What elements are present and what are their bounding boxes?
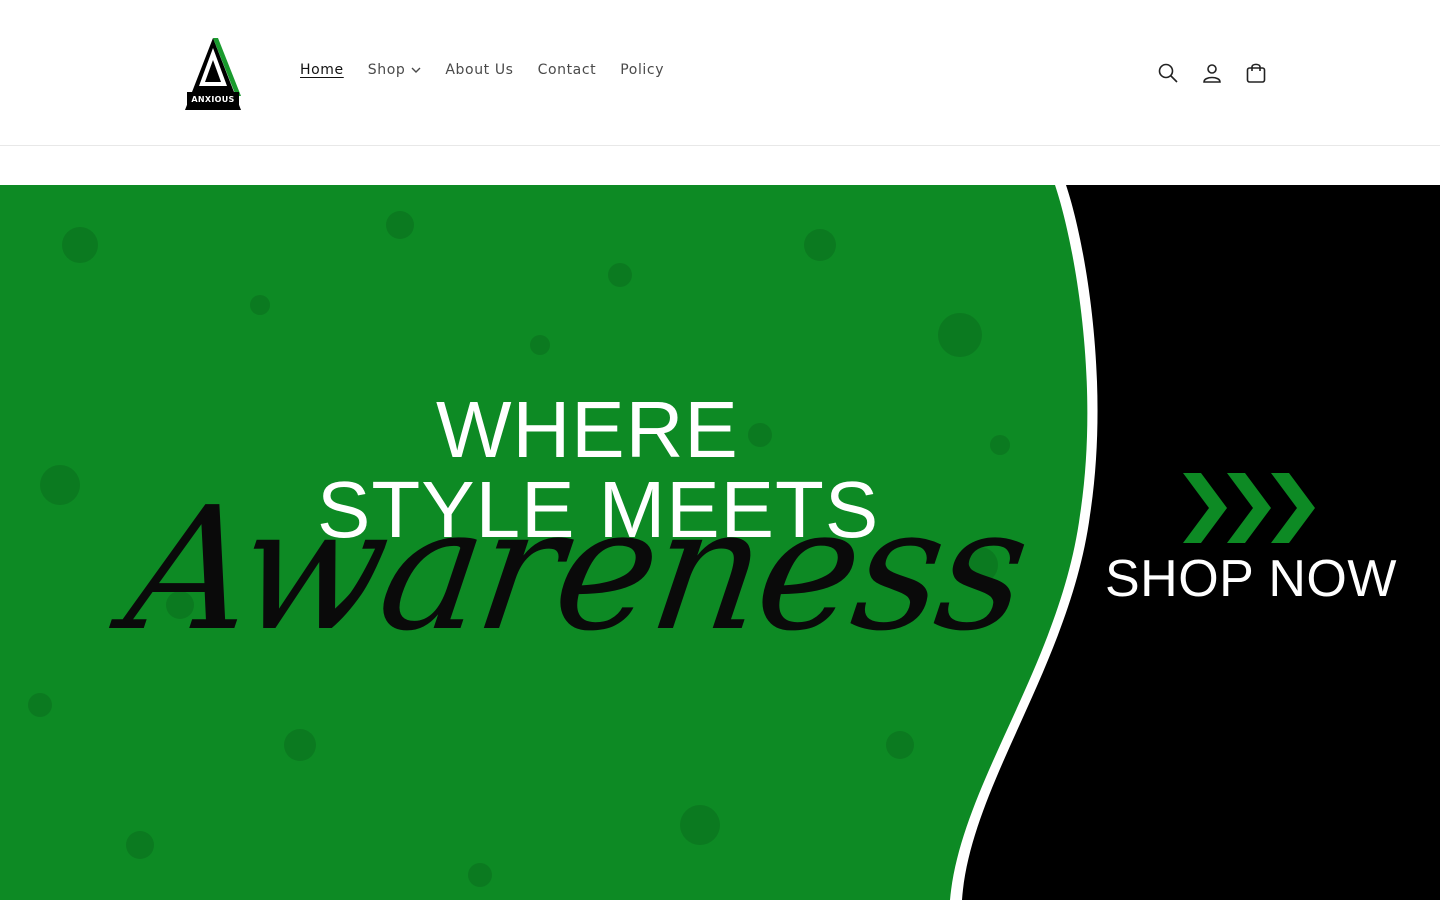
logo-wordmark: ANXIOUS	[191, 95, 235, 104]
site-header: ANXIOUS Home Shop About Us Contact Polic…	[0, 0, 1440, 146]
search-icon	[1158, 63, 1178, 83]
nav-contact[interactable]: Contact	[526, 60, 609, 80]
nav-contact-label: Contact	[537, 62, 597, 78]
nav-policy-label: Policy	[620, 62, 665, 78]
nav-shop-label: Shop	[367, 62, 406, 78]
nav-home[interactable]: Home	[288, 60, 356, 80]
chevron-down-icon	[411, 67, 421, 73]
main-nav: Home Shop About Us Contact Policy	[288, 60, 676, 80]
hero-script-text: Awareness	[116, 471, 1037, 669]
nav-about-label: About Us	[445, 62, 514, 78]
nav-home-label: Home	[300, 62, 344, 78]
cart-icon	[1246, 63, 1266, 83]
hero-headline-line1: WHERE	[436, 385, 739, 474]
nav-shop[interactable]: Shop	[356, 60, 434, 80]
hero-banner[interactable]: WHERE STYLE MEETS Awareness SHOP NOW	[0, 185, 1440, 900]
chevrons-right-icon	[1183, 473, 1315, 543]
cart-button[interactable]	[1234, 58, 1278, 88]
search-button[interactable]	[1146, 58, 1190, 88]
account-button[interactable]	[1190, 58, 1234, 88]
account-icon	[1203, 64, 1221, 83]
nav-policy[interactable]: Policy	[608, 60, 676, 80]
header-icons	[1146, 58, 1278, 88]
shop-now-button[interactable]: SHOP NOW	[1105, 553, 1397, 605]
nav-about-us[interactable]: About Us	[433, 60, 525, 80]
